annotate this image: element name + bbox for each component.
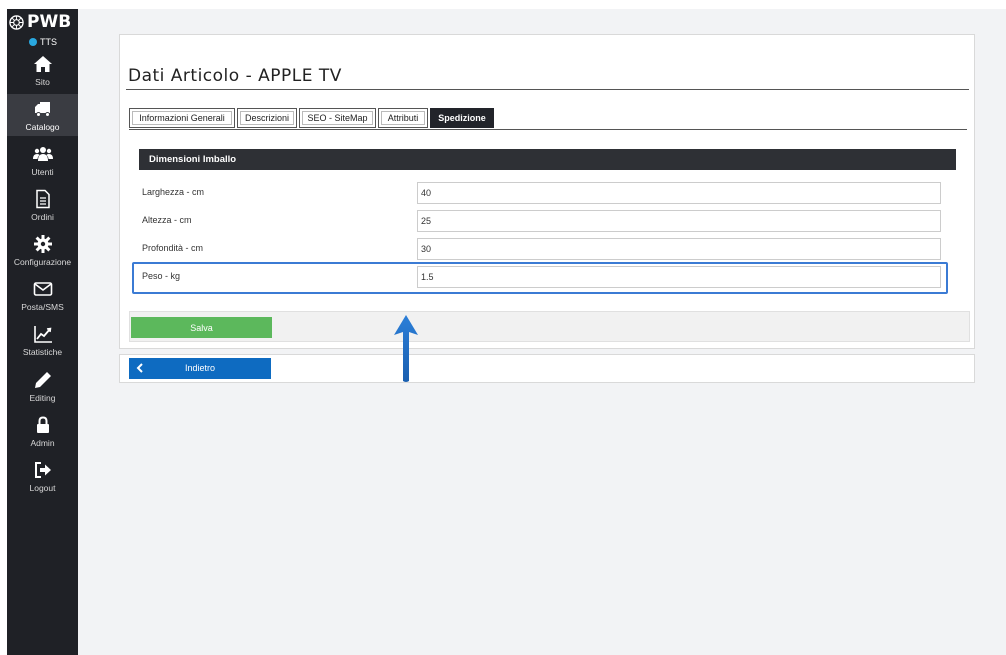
sidebar-item-logout[interactable]: Logout	[7, 455, 78, 497]
sidebar-item-sito[interactable]: Sito	[7, 49, 78, 91]
back-panel: Indietro	[119, 354, 975, 383]
status-dot-icon	[29, 38, 37, 46]
field-label: Altezza - cm	[142, 215, 192, 225]
article-panel: Dati Articolo - APPLE TV Informazioni Ge…	[119, 34, 975, 349]
field-profondita: Profondità - cm	[131, 236, 947, 262]
back-button-label: Indietro	[184, 363, 216, 373]
sidebar: PWB TTS Sito Catalogo Utenti Ordini Conf…	[7, 9, 78, 655]
truck-icon	[34, 101, 50, 117]
actions-bar: Salva	[129, 311, 970, 342]
sidebar-item-label: Utenti	[31, 166, 54, 177]
sidebar-item-editing[interactable]: Editing	[7, 365, 78, 407]
field-altezza: Altezza - cm	[131, 208, 947, 234]
title-divider	[126, 89, 969, 90]
field-larghezza: Larghezza - cm	[131, 180, 947, 206]
logout-icon	[34, 461, 51, 478]
chart-icon	[33, 325, 52, 343]
highlight-box	[132, 262, 948, 294]
gear-icon	[33, 234, 52, 253]
brand-logo-icon	[9, 14, 24, 30]
sidebar-item-ordini[interactable]: Ordini	[7, 184, 78, 226]
lock-icon	[36, 415, 49, 433]
sidebar-item-catalogo[interactable]: Catalogo	[7, 94, 78, 136]
brand[interactable]: PWB	[9, 11, 77, 33]
save-button[interactable]: Salva	[131, 317, 272, 338]
main-content: Dati Articolo - APPLE TV Informazioni Ge…	[78, 9, 1006, 655]
section-header: Dimensioni Imballo	[139, 149, 956, 170]
status-label: TTS	[40, 37, 57, 47]
tab-descrizioni[interactable]: Descrizioni	[237, 108, 297, 128]
sidebar-item-label: Editing	[29, 392, 56, 403]
pencil-icon	[34, 371, 51, 388]
sidebar-item-label: Logout	[29, 482, 56, 493]
sidebar-item-statistiche[interactable]: Statistiche	[7, 319, 78, 361]
sidebar-item-label: Statistiche	[22, 346, 63, 357]
brand-name: PWB	[27, 12, 72, 32]
sidebar-item-utenti[interactable]: Utenti	[7, 139, 78, 181]
tab-seo-sitemap[interactable]: SEO - SiteMap	[299, 108, 376, 128]
status-indicator: TTS	[29, 37, 57, 47]
sidebar-item-label: Admin	[30, 437, 55, 448]
document-icon	[35, 189, 50, 208]
field-label: Larghezza - cm	[142, 187, 205, 197]
altezza-input[interactable]	[417, 210, 941, 232]
page-title: Dati Articolo - APPLE TV	[128, 66, 342, 87]
profondita-input[interactable]	[417, 238, 941, 260]
sidebar-item-label: Configurazione	[13, 256, 72, 267]
envelope-icon	[33, 281, 52, 296]
tab-informazioni-generali[interactable]: Informazioni Generali	[129, 108, 235, 128]
sidebar-item-label: Catalogo	[25, 121, 60, 132]
tab-spedizione[interactable]: Spedizione	[430, 108, 494, 128]
annotation-arrow-icon	[394, 315, 418, 382]
sidebar-item-admin[interactable]: Admin	[7, 410, 78, 452]
tab-bar: Informazioni Generali Descrizioni SEO - …	[129, 108, 967, 130]
larghezza-input[interactable]	[417, 182, 941, 204]
sidebar-item-label: Posta/SMS	[21, 301, 64, 312]
sidebar-item-configurazione[interactable]: Configurazione	[7, 229, 78, 271]
sidebar-item-label: Sito	[35, 76, 50, 87]
back-button[interactable]: Indietro	[129, 358, 271, 379]
tab-attributi[interactable]: Attributi	[378, 108, 428, 128]
sidebar-item-label: Ordini	[31, 211, 54, 222]
sidebar-item-posta-sms[interactable]: Posta/SMS	[7, 274, 78, 316]
field-label: Profondità - cm	[142, 243, 204, 253]
home-icon	[33, 55, 52, 72]
users-icon	[32, 146, 53, 161]
